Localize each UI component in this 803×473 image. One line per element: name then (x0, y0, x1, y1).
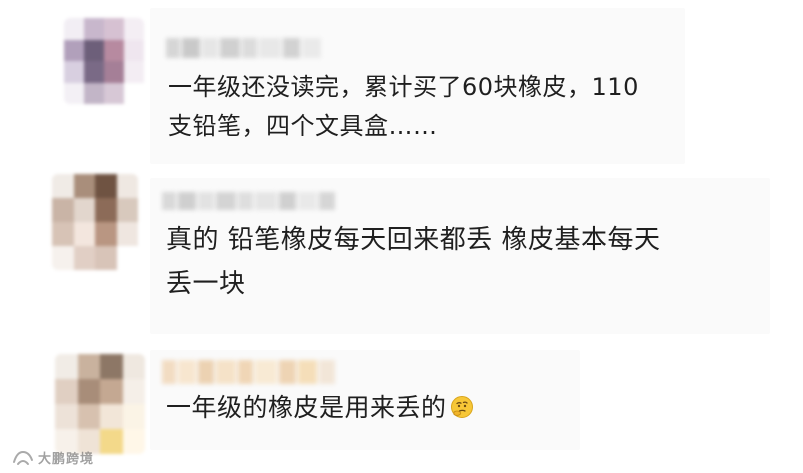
username-blurred[interactable] (166, 38, 321, 58)
username-blur-block (162, 360, 176, 384)
avatar-mosaic-tile (64, 18, 84, 40)
comment-text: 一年级还没读完，累计买了60块橡皮，110 支铅笔，四个文具盒…… (168, 68, 688, 146)
username-blur-block (279, 192, 296, 210)
username-blur-block (238, 192, 253, 210)
username-blur-block (255, 192, 277, 210)
avatar-mosaic-tile (64, 39, 84, 61)
comment-text-content: 一年级的橡皮是用来丢的 (166, 393, 447, 422)
username-blur-block (198, 192, 214, 210)
thinking-face-icon (450, 396, 473, 418)
username-blurred[interactable] (162, 192, 335, 210)
username-blur-block (178, 360, 196, 384)
comment-text: 一年级的橡皮是用来丢的 (166, 388, 686, 429)
avatar-mosaic-tile (124, 82, 144, 104)
username-blur-block (319, 360, 335, 384)
username-blur-block (220, 38, 240, 58)
comment-item-1: 一年级还没读完，累计买了60块橡皮，110 支铅笔，四个文具盒…… (0, 0, 803, 170)
comment-item-2: 真的 铅笔橡皮每天回来都丢 橡皮基本每天 丢一块 (0, 172, 803, 337)
avatar-mosaic-tile (116, 222, 138, 246)
username-blur-block (216, 192, 236, 210)
username-blur-block (162, 192, 176, 210)
username-blur-block (238, 360, 253, 384)
avatar-mosaic-tile (52, 198, 74, 222)
watermark: 大鹏跨境 (12, 448, 94, 467)
username-blur-block (166, 38, 180, 58)
avatar-mosaic-tile (124, 39, 144, 61)
avatar-mosaic-tile (104, 61, 124, 83)
avatar-mosaic-tile (100, 404, 123, 429)
comment-text-line: 一年级还没读完，累计买了60块橡皮，110 (168, 73, 639, 101)
avatar-mosaic-tile (73, 246, 95, 270)
comment-item-3: 一年级的橡皮是用来丢的 (0, 342, 803, 473)
avatar-mosaic-tile (52, 174, 74, 198)
avatar-mosaic-tile (52, 246, 74, 270)
avatar-mosaic-tile (116, 246, 138, 270)
avatar-mosaic-tile (64, 61, 84, 83)
username-blur-block (242, 38, 257, 58)
avatar-mosaic-tile (122, 429, 145, 454)
comment-text: 真的 铅笔橡皮每天回来都丢 橡皮基本每天 丢一块 (166, 218, 766, 306)
username-blur-block (283, 38, 300, 58)
watermark-text: 大鹏跨境 (38, 452, 95, 467)
avatar-mosaic-tile (55, 379, 78, 404)
username-blur-block (198, 360, 214, 384)
avatar-mosaic-tile (77, 379, 100, 404)
avatar-mosaic-tile (100, 379, 123, 404)
avatar-mosaic-tile (104, 82, 124, 104)
avatar-mosaic-tile (55, 354, 78, 379)
avatar-mosaic-tile (84, 18, 104, 40)
username-blur-block (298, 360, 317, 384)
avatar-mosaic-tile (84, 82, 104, 104)
comment-text-line: 丢一块 (166, 269, 246, 300)
avatar[interactable] (64, 18, 144, 104)
username-blur-block (319, 192, 335, 210)
avatar-mosaic-tile (104, 18, 124, 40)
avatar-mosaic-tile (95, 246, 117, 270)
avatar-mosaic-tile (100, 354, 123, 379)
avatar-mosaic-tile (95, 198, 117, 222)
avatar-mosaic-tile (73, 198, 95, 222)
avatar-mosaic-tile (100, 429, 123, 454)
comment-text-line: 一年级的橡皮是用来丢的 (166, 388, 686, 429)
username-blur-block (255, 360, 277, 384)
avatar-mosaic-tile (64, 82, 84, 104)
watermark-logo-icon (13, 450, 33, 465)
avatar-mosaic-tile (77, 354, 100, 379)
avatar-mosaic-tile (122, 354, 145, 379)
comment-text-line: 真的 铅笔橡皮每天回来都丢 橡皮基本每天 (166, 225, 661, 255)
avatar-mosaic-tile (84, 61, 104, 83)
username-blur-block (259, 38, 281, 58)
avatar-mosaic-tile (55, 404, 78, 429)
avatar[interactable] (52, 174, 138, 270)
avatar-mosaic-tile (95, 174, 117, 198)
username-blur-block (202, 38, 218, 58)
username-blur-block (178, 192, 196, 210)
avatar-mosaic-tile (84, 39, 104, 61)
avatar-mosaic-tile (122, 379, 145, 404)
username-blur-block (298, 192, 317, 210)
avatar-mosaic-tile (73, 174, 95, 198)
username-blurred[interactable] (162, 360, 335, 384)
avatar-mosaic-tile (77, 404, 100, 429)
avatar-mosaic-tile (116, 198, 138, 222)
avatar-mosaic-tile (124, 18, 144, 40)
username-blur-block (279, 360, 296, 384)
avatar-mosaic-tile (122, 404, 145, 429)
avatar-mosaic-tile (73, 222, 95, 246)
avatar-mosaic-tile (52, 222, 74, 246)
avatar-mosaic-tile (124, 61, 144, 83)
username-blur-block (182, 38, 200, 58)
avatar-mosaic-tile (116, 174, 138, 198)
username-blur-block (216, 360, 236, 384)
comment-text-line: 支铅笔，四个文具盒…… (168, 111, 438, 140)
avatar[interactable] (55, 354, 145, 454)
avatar-mosaic-tile (95, 222, 117, 246)
avatar-mosaic-tile (104, 39, 124, 61)
username-blur-block (302, 38, 321, 58)
